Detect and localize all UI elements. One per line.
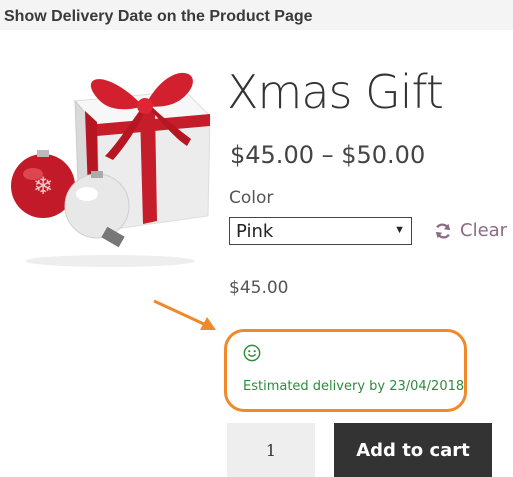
quantity-input[interactable]: 1 — [227, 423, 315, 477]
variation-price: $45.00 — [229, 278, 289, 298]
arrow-icon — [153, 299, 216, 330]
color-select[interactable]: Pink ▼ — [229, 217, 412, 245]
refresh-icon — [434, 222, 452, 240]
clear-selection-link[interactable]: Clear — [434, 220, 507, 241]
page-header: Show Delivery Date on the Product Page — [0, 0, 513, 30]
smiley-icon — [243, 344, 261, 362]
chevron-down-icon: ▼ — [394, 224, 405, 236]
page-heading: Show Delivery Date on the Product Page — [4, 8, 313, 25]
delivery-estimate-text: Estimated delivery by 23/04/2018 — [243, 379, 465, 394]
color-select-value: Pink — [236, 220, 274, 242]
add-to-cart-button[interactable]: Add to cart — [334, 423, 492, 477]
product-title: Xmas Gift — [227, 65, 444, 119]
product-image[interactable]: ❄ — [5, 36, 215, 276]
svg-text:❄: ❄ — [33, 172, 53, 200]
quantity-value: 1 — [265, 440, 277, 460]
clear-label: Clear — [460, 220, 508, 241]
delivery-estimate-box: Estimated delivery by 23/04/2018 — [224, 329, 467, 412]
price-range: $45.00 – $50.00 — [230, 141, 426, 169]
color-label: Color — [229, 188, 274, 208]
